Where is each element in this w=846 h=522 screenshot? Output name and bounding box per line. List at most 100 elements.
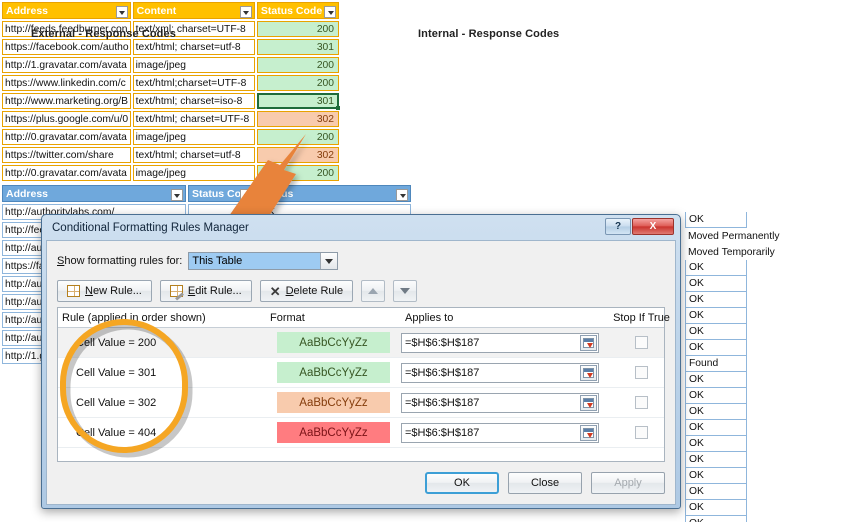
rule-description[interactable]: Cell Value = 404: [58, 427, 266, 439]
rule-description[interactable]: Cell Value = 302: [58, 397, 266, 409]
range-selector-icon[interactable]: [580, 364, 597, 381]
internal-cell-status[interactable]: OK: [685, 260, 747, 276]
external-cell-status-code[interactable]: 301: [256, 39, 339, 55]
filter-dropdown-icon[interactable]: [239, 5, 252, 18]
external-section-title: External - Response Codes: [31, 28, 176, 40]
external-cell-content[interactable]: text/html; charset=utf-8: [132, 147, 255, 163]
stop-if-true-checkbox[interactable]: [635, 426, 648, 439]
rule-row[interactable]: Cell Value = 200 AaBbCcYyZz =$H$6:$H$187: [58, 328, 664, 358]
internal-cell-status[interactable]: OK: [685, 212, 747, 228]
internal-cell-status[interactable]: OK: [685, 420, 747, 436]
external-cell-content[interactable]: image/jpeg: [132, 129, 255, 145]
range-selector-icon[interactable]: [580, 334, 597, 351]
external-cell-content[interactable]: text/html; charset=utf-8: [132, 39, 255, 55]
close-button[interactable]: Close: [508, 472, 582, 494]
table-row[interactable]: https://plus.google.com/u/0 text/html; ch…: [2, 111, 339, 127]
external-cell-status-code[interactable]: 200: [256, 75, 339, 91]
ok-button[interactable]: OK: [425, 472, 499, 494]
chevron-down-icon[interactable]: [320, 253, 338, 269]
external-cell-address[interactable]: http://0.gravatar.com/avata: [2, 129, 131, 145]
external-cell-status-code-selected[interactable]: 301: [256, 93, 340, 110]
applies-to-input[interactable]: =$H$6:$H$187: [401, 392, 599, 413]
external-column-header-address: Address: [2, 2, 131, 19]
rule-format-cell[interactable]: AaBbCcYyZz: [266, 392, 401, 413]
internal-cell-status[interactable]: Found: [685, 356, 747, 372]
external-cell-status-code[interactable]: 200: [256, 165, 339, 181]
external-cell-status-code[interactable]: 200: [256, 129, 339, 145]
scope-dropdown[interactable]: This Table: [188, 252, 339, 270]
edit-rule-button[interactable]: Edit Rule...: [159, 280, 252, 302]
external-cell-status-code[interactable]: 302: [256, 147, 339, 163]
external-cell-address[interactable]: https://twitter.com/share: [2, 147, 131, 163]
filter-dropdown-icon[interactable]: [115, 5, 128, 18]
stop-if-true-checkbox[interactable]: [635, 366, 648, 379]
internal-cell-status[interactable]: OK: [685, 484, 747, 500]
external-cell-content[interactable]: text/html;charset=UTF-8: [132, 75, 255, 91]
selection-fill-handle[interactable]: [336, 106, 340, 110]
applies-to-input[interactable]: =$H$6:$H$187: [401, 422, 599, 443]
internal-cell-status[interactable]: OK: [685, 468, 747, 484]
table-row[interactable]: http://1.gravatar.com/avata image/jpeg 200: [2, 57, 339, 73]
external-cell-address[interactable]: http://0.gravatar.com/avata: [2, 165, 131, 181]
external-cell-content[interactable]: image/jpeg: [132, 57, 255, 73]
internal-cell-status[interactable]: OK: [685, 340, 747, 356]
external-cell-status-code[interactable]: 200: [256, 57, 339, 73]
table-row[interactable]: http://www.marketing.org/B text/html; cha…: [2, 93, 340, 110]
stop-if-true-checkbox[interactable]: [635, 396, 648, 409]
table-row[interactable]: https://twitter.com/share text/html; char…: [2, 147, 339, 163]
external-cell-address[interactable]: http://1.gravatar.com/avata: [2, 57, 131, 73]
rule-format-cell[interactable]: AaBbCcYyZz: [266, 422, 401, 443]
applies-to-input[interactable]: =$H$6:$H$187: [401, 362, 599, 383]
internal-cell-status[interactable]: OK: [685, 516, 747, 522]
applies-to-input[interactable]: =$H$6:$H$187: [401, 332, 599, 353]
external-cell-address[interactable]: http://www.marketing.org/B: [2, 93, 131, 109]
close-icon[interactable]: X: [632, 218, 674, 235]
dialog-title-bar[interactable]: Conditional Formatting Rules Manager ? X: [46, 215, 676, 240]
internal-cell-status[interactable]: OK: [685, 388, 747, 404]
filter-dropdown-icon[interactable]: [240, 188, 253, 201]
table-row[interactable]: http://0.gravatar.com/avata image/jpeg 200: [2, 129, 339, 145]
internal-cell-status[interactable]: OK: [685, 308, 747, 324]
move-up-button[interactable]: [361, 280, 386, 302]
internal-cell-status[interactable]: OK: [685, 500, 747, 516]
external-cell-status-code[interactable]: 302: [256, 111, 339, 127]
stop-if-true-checkbox[interactable]: [635, 336, 648, 349]
rule-row[interactable]: Cell Value = 302 AaBbCcYyZz =$H$6:$H$187: [58, 388, 664, 418]
rule-format-cell[interactable]: AaBbCcYyZz: [266, 332, 401, 353]
internal-cell-status[interactable]: OK: [685, 324, 747, 340]
internal-cell-status[interactable]: OK: [685, 436, 747, 452]
external-cell-content[interactable]: text/html; charset=UTF-8: [132, 111, 255, 127]
conditional-formatting-rules-manager-dialog[interactable]: Conditional Formatting Rules Manager ? X…: [41, 214, 681, 509]
table-row[interactable]: https://facebook.com/autho text/html; cha…: [2, 39, 339, 55]
internal-cell-status[interactable]: OK: [685, 452, 747, 468]
external-cell-address[interactable]: https://www.linkedin.com/c: [2, 75, 131, 91]
new-rule-button[interactable]: New Rule...: [57, 280, 152, 302]
internal-cell-status[interactable]: OK: [685, 276, 747, 292]
table-row[interactable]: https://www.linkedin.com/c text/html;char…: [2, 75, 339, 91]
rule-description[interactable]: Cell Value = 200: [58, 337, 266, 349]
external-cell-address[interactable]: https://facebook.com/autho: [2, 39, 131, 55]
external-column-header-content: Content: [132, 2, 255, 19]
rule-row[interactable]: Cell Value = 301 AaBbCcYyZz =$H$6:$H$187: [58, 358, 664, 388]
external-cell-status-code[interactable]: 200: [256, 21, 339, 37]
internal-cell-status[interactable]: Moved Temporarily: [685, 244, 831, 260]
rule-row[interactable]: Cell Value = 404 AaBbCcYyZz =$H$6:$H$187: [58, 418, 664, 448]
table-row[interactable]: http://0.gravatar.com/avata image/jpeg 200: [2, 165, 339, 181]
internal-cell-status[interactable]: OK: [685, 292, 747, 308]
filter-dropdown-icon[interactable]: [324, 5, 336, 18]
internal-cell-status[interactable]: OK: [685, 404, 747, 420]
external-cell-address[interactable]: https://plus.google.com/u/0: [2, 111, 131, 127]
external-cell-content[interactable]: image/jpeg: [132, 165, 255, 181]
filter-dropdown-icon[interactable]: [396, 188, 408, 201]
rule-description[interactable]: Cell Value = 301: [58, 367, 266, 379]
move-down-button[interactable]: [393, 280, 418, 302]
internal-cell-status[interactable]: OK: [685, 372, 747, 388]
help-icon[interactable]: ?: [605, 218, 631, 235]
range-selector-icon[interactable]: [580, 394, 597, 411]
rule-format-cell[interactable]: AaBbCcYyZz: [266, 362, 401, 383]
delete-rule-button[interactable]: ✕ Delete Rule: [259, 280, 354, 302]
external-cell-content[interactable]: text/html; charset=iso-8: [132, 93, 255, 109]
range-selector-icon[interactable]: [580, 424, 597, 441]
filter-dropdown-icon[interactable]: [170, 188, 183, 201]
internal-cell-status[interactable]: Moved Permanently: [685, 228, 831, 244]
